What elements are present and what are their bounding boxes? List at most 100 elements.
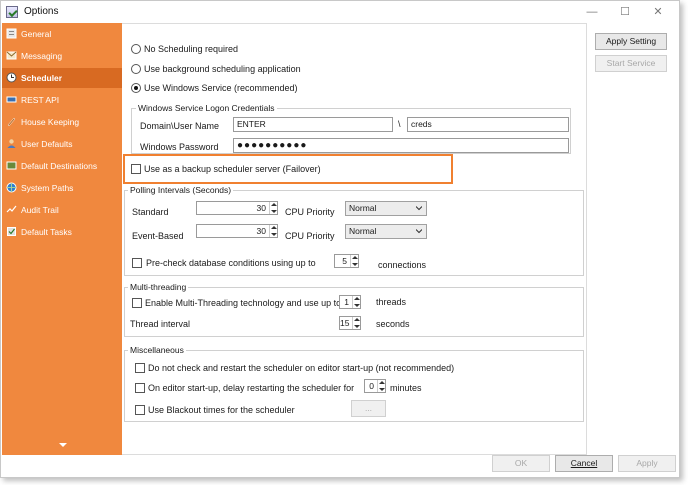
seconds-unit-label: seconds [376,319,410,329]
cpu-priority-label: CPU Priority [285,207,335,217]
windows-service-label: Use Windows Service (recommended) [144,83,298,93]
chevron-down-icon [416,229,422,234]
thread-interval-stepper[interactable]: 15 [339,316,361,330]
delay-restart-label: On editor start-up, delay restarting the… [148,383,355,393]
cancel-button[interactable]: Cancel [555,455,613,472]
sidebar-item-messaging[interactable]: Messaging [2,46,122,66]
precheck-value: 5 [342,256,347,266]
precheck-checkbox[interactable] [132,258,142,268]
scheduler-panel: No Scheduling required Use background sc… [122,23,587,455]
default-destinations-icon [6,160,17,171]
minimize-button[interactable]: — [578,3,606,21]
sidebar-item-label: Default Tasks [21,227,72,237]
stepper-arrows-icon[interactable] [269,202,277,214]
rest-api-icon [6,94,17,105]
sidebar-item-label: Scheduler [21,73,63,83]
no-scheduling-radio[interactable] [131,44,141,54]
user-input[interactable]: creds [407,117,569,132]
polling-legend: Polling Intervals (Seconds) [128,185,234,195]
credentials-group: Windows Service Logon Credentials Domain… [131,103,571,154]
stepper-arrows-icon[interactable] [269,225,277,237]
blackout-label: Use Blackout times for the scheduler [148,405,295,415]
close-button[interactable]: ✕ [644,3,672,21]
user-defaults-icon [6,138,17,149]
stepper-arrows-icon[interactable] [350,255,358,267]
precheck-label: Pre-check database conditions using up t… [146,258,316,268]
connections-label: connections [378,260,427,270]
window-title: Options [24,6,59,17]
sidebar-item-label: Messaging [21,51,63,61]
sidebar-item-general[interactable]: General [2,24,122,44]
sidebar-item-default-destinations[interactable]: Default Destinations [2,156,122,176]
credentials-legend: Windows Service Logon Credentials [136,103,277,113]
audit-trail-icon [6,204,17,215]
multithreading-legend: Multi-threading [128,282,189,292]
password-label: Windows Password [140,142,219,152]
miscellaneous-group: Miscellaneous Do not check and restart t… [124,345,584,422]
sidebar-item-label: Default Destinations [21,161,98,171]
event-value: 30 [256,226,266,236]
title-bar: Options — ☐ ✕ [1,1,679,23]
sidebar: General Messaging Scheduler REST API Hou… [2,23,122,455]
no-restart-checkbox[interactable] [135,363,145,373]
scheduler-icon [6,72,17,83]
no-scheduling-label: No Scheduling required [144,44,239,54]
sidebar-item-label: General [21,29,52,39]
cpu-priority-label-2: CPU Priority [285,231,335,241]
multithreading-checkbox[interactable] [132,298,142,308]
sidebar-item-user-defaults[interactable]: User Defaults [2,134,122,154]
threads-value: 1 [344,297,349,307]
apply-setting-button[interactable]: Apply Setting [595,33,667,50]
event-interval-stepper[interactable]: 30 [196,224,278,238]
stepper-arrows-icon[interactable] [377,380,385,392]
standard-priority-value: Normal [349,203,377,213]
sidebar-item-label: REST API [21,95,60,105]
password-input[interactable]: ●●●●●●●●●● [233,138,569,153]
failover-checkbox[interactable] [131,164,141,174]
background-scheduling-radio[interactable] [131,64,141,74]
windows-service-radio[interactable] [131,83,141,93]
ok-button[interactable]: OK [492,455,550,472]
stepper-arrows-icon[interactable] [352,317,360,329]
blackout-checkbox[interactable] [135,405,145,415]
blackout-browse-button[interactable]: ... [351,400,386,417]
sidebar-item-audit-trail[interactable]: Audit Trail [2,200,122,220]
standard-value: 30 [256,203,266,213]
start-service-button[interactable]: Start Service [595,55,667,72]
event-priority-value: Normal [349,226,377,236]
stepper-arrows-icon[interactable] [352,296,360,308]
domain-user-label: Domain\User Name [140,121,220,131]
sidebar-item-default-tasks[interactable]: Default Tasks [2,222,122,242]
threads-stepper[interactable]: 1 [339,295,361,309]
sidebar-item-label: Audit Trail [21,205,59,215]
sidebar-item-scheduler[interactable]: Scheduler [2,68,122,88]
delay-value: 0 [369,381,374,391]
background-scheduling-label: Use background scheduling application [144,64,301,74]
system-paths-icon [6,182,17,193]
delay-restart-checkbox[interactable] [135,383,145,393]
maximize-button[interactable]: ☐ [611,3,639,21]
delay-stepper[interactable]: 0 [364,379,386,393]
failover-label: Use as a backup scheduler server (Failov… [144,164,321,174]
sidebar-item-label: System Paths [21,183,74,193]
domain-separator: \ [398,119,401,129]
multithreading-group: Multi-threading Enable Multi-Threading t… [124,282,584,337]
chevron-down-icon [416,206,422,211]
apply-button[interactable]: Apply [618,455,676,472]
standard-label: Standard [132,207,169,217]
sidebar-scroll-down-icon[interactable] [59,443,67,447]
event-based-label: Event-Based [132,231,184,241]
app-icon [6,6,18,18]
no-restart-label: Do not check and restart the scheduler o… [148,363,455,373]
house-keeping-icon [6,116,17,127]
standard-interval-stepper[interactable]: 30 [196,201,278,215]
general-icon [6,28,17,39]
thread-interval-value: 15 [340,318,350,328]
domain-input[interactable]: ENTER [233,117,393,132]
sidebar-item-rest-api[interactable]: REST API [2,90,122,110]
standard-priority-select[interactable]: Normal [345,201,427,216]
precheck-stepper[interactable]: 5 [334,254,359,268]
sidebar-item-house-keeping[interactable]: House Keeping [2,112,122,132]
sidebar-item-system-paths[interactable]: System Paths [2,178,122,198]
event-priority-select[interactable]: Normal [345,224,427,239]
